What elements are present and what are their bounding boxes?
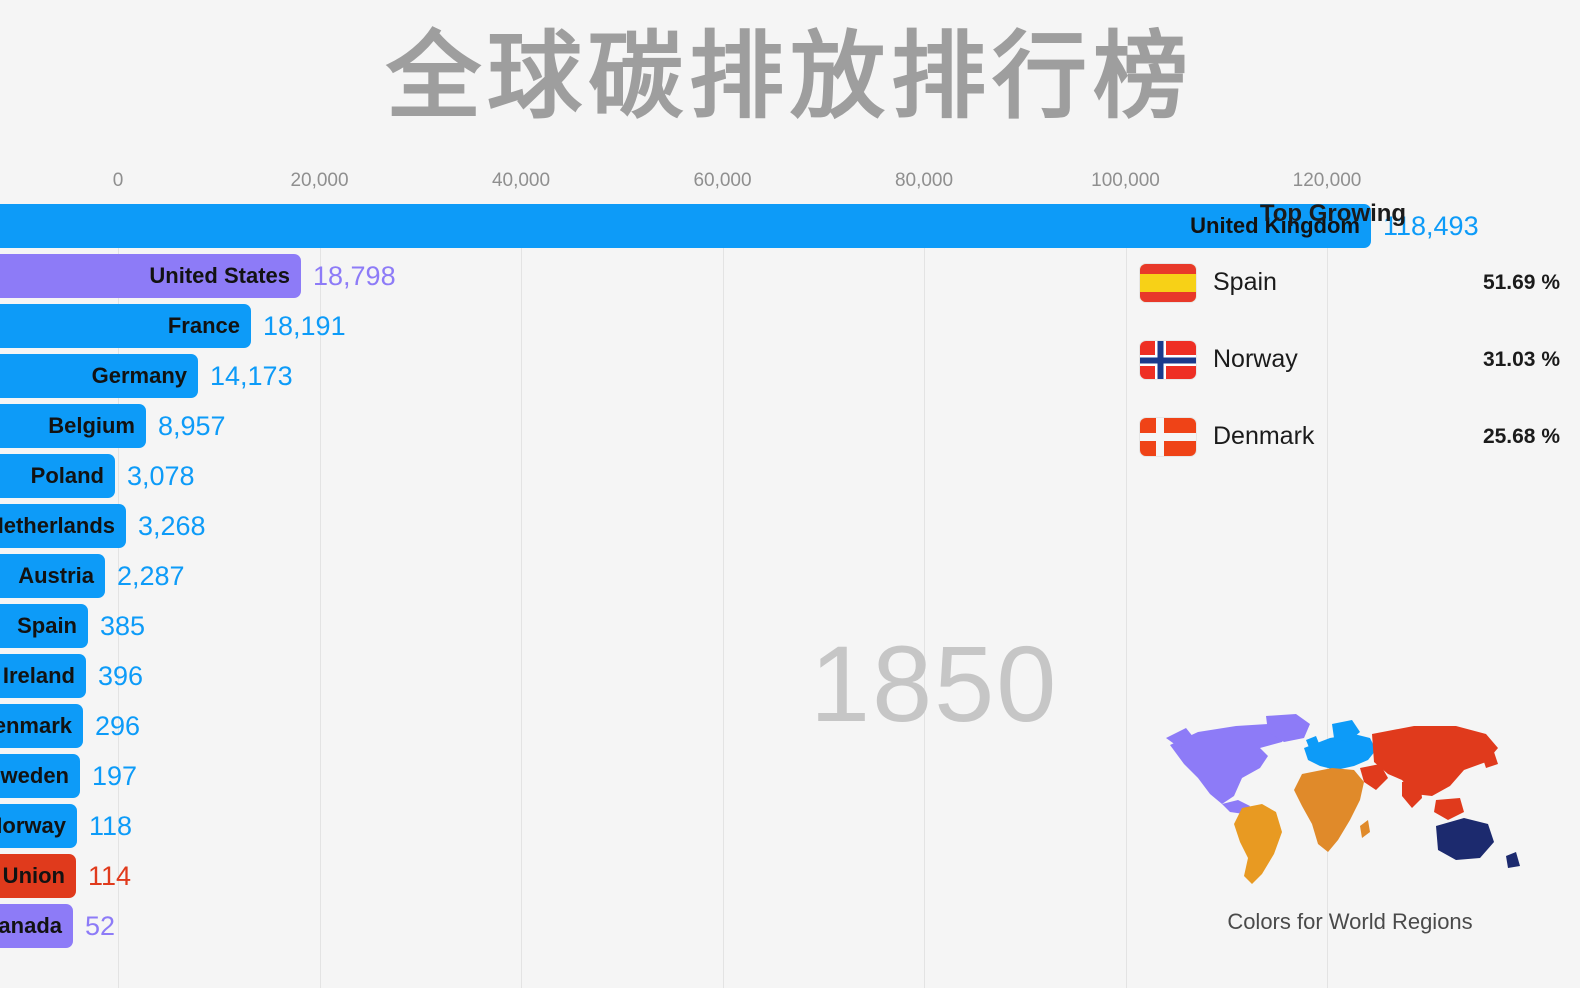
bar-value-label: 385 (100, 611, 146, 641)
bar-value-label: 197 (92, 761, 138, 791)
region-oceania-nz (1506, 852, 1520, 868)
region-africa-madagascar (1360, 820, 1370, 838)
bar-value-label: 3,078 (127, 461, 195, 491)
top-growing-country: Norway (1213, 345, 1298, 373)
bar-country-label: Poland (30, 463, 104, 488)
bar-country-label: Norway (0, 813, 66, 838)
top-growing-list: Spain 51.69 % Norway 31.03 % Denmark 25.68 % (1140, 260, 1560, 459)
x-tick-label: 100,000 (1091, 170, 1160, 191)
top-growing-country: Spain (1213, 268, 1277, 296)
x-tick-label: 120,000 (1292, 170, 1362, 191)
bar-country-label: Denmark (0, 713, 72, 738)
region-asia-sea (1434, 798, 1464, 820)
top-growing-row[interactable]: Denmark 25.68 % (1140, 414, 1560, 459)
top-growing-row[interactable]: Norway 31.03 % (1140, 337, 1560, 382)
region-asia-india (1402, 780, 1422, 808)
bar-country-label: Sweden (0, 763, 69, 788)
top-growing-panel: Top Growing Spain 51.69 % Norway 31.03 % Den… (1140, 200, 1560, 459)
bar-value-label: 18,798 (313, 261, 396, 291)
bar-value-label: 52 (85, 911, 116, 941)
bar-row[interactable]: Netherlands 3,268 (0, 504, 1580, 548)
bar-value-label: 3,268 (138, 511, 206, 541)
bar-country-label: Germany (91, 363, 187, 388)
bar-country-label: Netherlands (0, 513, 115, 538)
bar-country-label: France (167, 313, 240, 338)
region-south-america (1234, 804, 1282, 884)
bar-country-label: Belgium (48, 413, 135, 438)
map-caption: Colors for World Regions (1227, 909, 1473, 934)
top-growing-percent: 51.69 % (1482, 270, 1560, 294)
x-tick-label: 20,000 (290, 170, 349, 191)
top-growing-row[interactable]: Spain 51.69 % (1140, 260, 1560, 305)
x-tick-label: 60,000 (693, 170, 752, 191)
bar-country-label: Canada (0, 913, 62, 938)
bar-value-label: 396 (98, 661, 144, 691)
top-growing-percent: 31.03 % (1482, 347, 1560, 371)
bar-row[interactable]: Spain 385 (0, 604, 1580, 648)
page-title: 全球碳排放排行榜 (385, 24, 1194, 130)
bar-row[interactable]: Austria 2,287 (0, 554, 1580, 598)
top-growing-heading: Top Growing (1259, 200, 1407, 227)
year-label: 1850 (810, 623, 1059, 744)
spain-flag (1140, 263, 1196, 302)
region-oceania (1436, 818, 1494, 860)
bar-row[interactable]: Ireland 396 (0, 654, 1580, 698)
denmark-flag (1140, 417, 1196, 456)
bar-country-label: United States (149, 263, 290, 288)
bar-value-label: 296 (95, 711, 141, 741)
bar-value-label: 8,957 (158, 411, 226, 441)
bar-value-label: 118 (89, 811, 133, 841)
world-map-icon (1166, 714, 1520, 884)
bar-country-label: Spain (17, 613, 77, 638)
x-tick-label: 0 (112, 170, 124, 191)
bar-row[interactable]: Poland 3,078 (0, 454, 1580, 498)
bar-country-label: viet Union (0, 863, 65, 888)
region-africa (1294, 768, 1364, 852)
x-tick-label: 40,000 (491, 170, 551, 191)
top-growing-country: Denmark (1213, 422, 1315, 450)
bar-value-label: 14,173 (210, 361, 293, 391)
bar-country-label: Austria (18, 563, 94, 588)
region-asia (1372, 726, 1498, 796)
bar-country-label: Ireland (2, 663, 75, 688)
bar-value-label: 114 (88, 861, 132, 891)
bar-value-label: 2,287 (117, 561, 185, 591)
world-region-legend: Colors for World Regions (1140, 708, 1560, 935)
norway-flag (1140, 340, 1196, 379)
top-growing-percent: 25.68 % (1482, 424, 1560, 448)
bar-value-label: 18,191 (263, 311, 346, 341)
x-tick-label: 80,000 (894, 170, 954, 191)
